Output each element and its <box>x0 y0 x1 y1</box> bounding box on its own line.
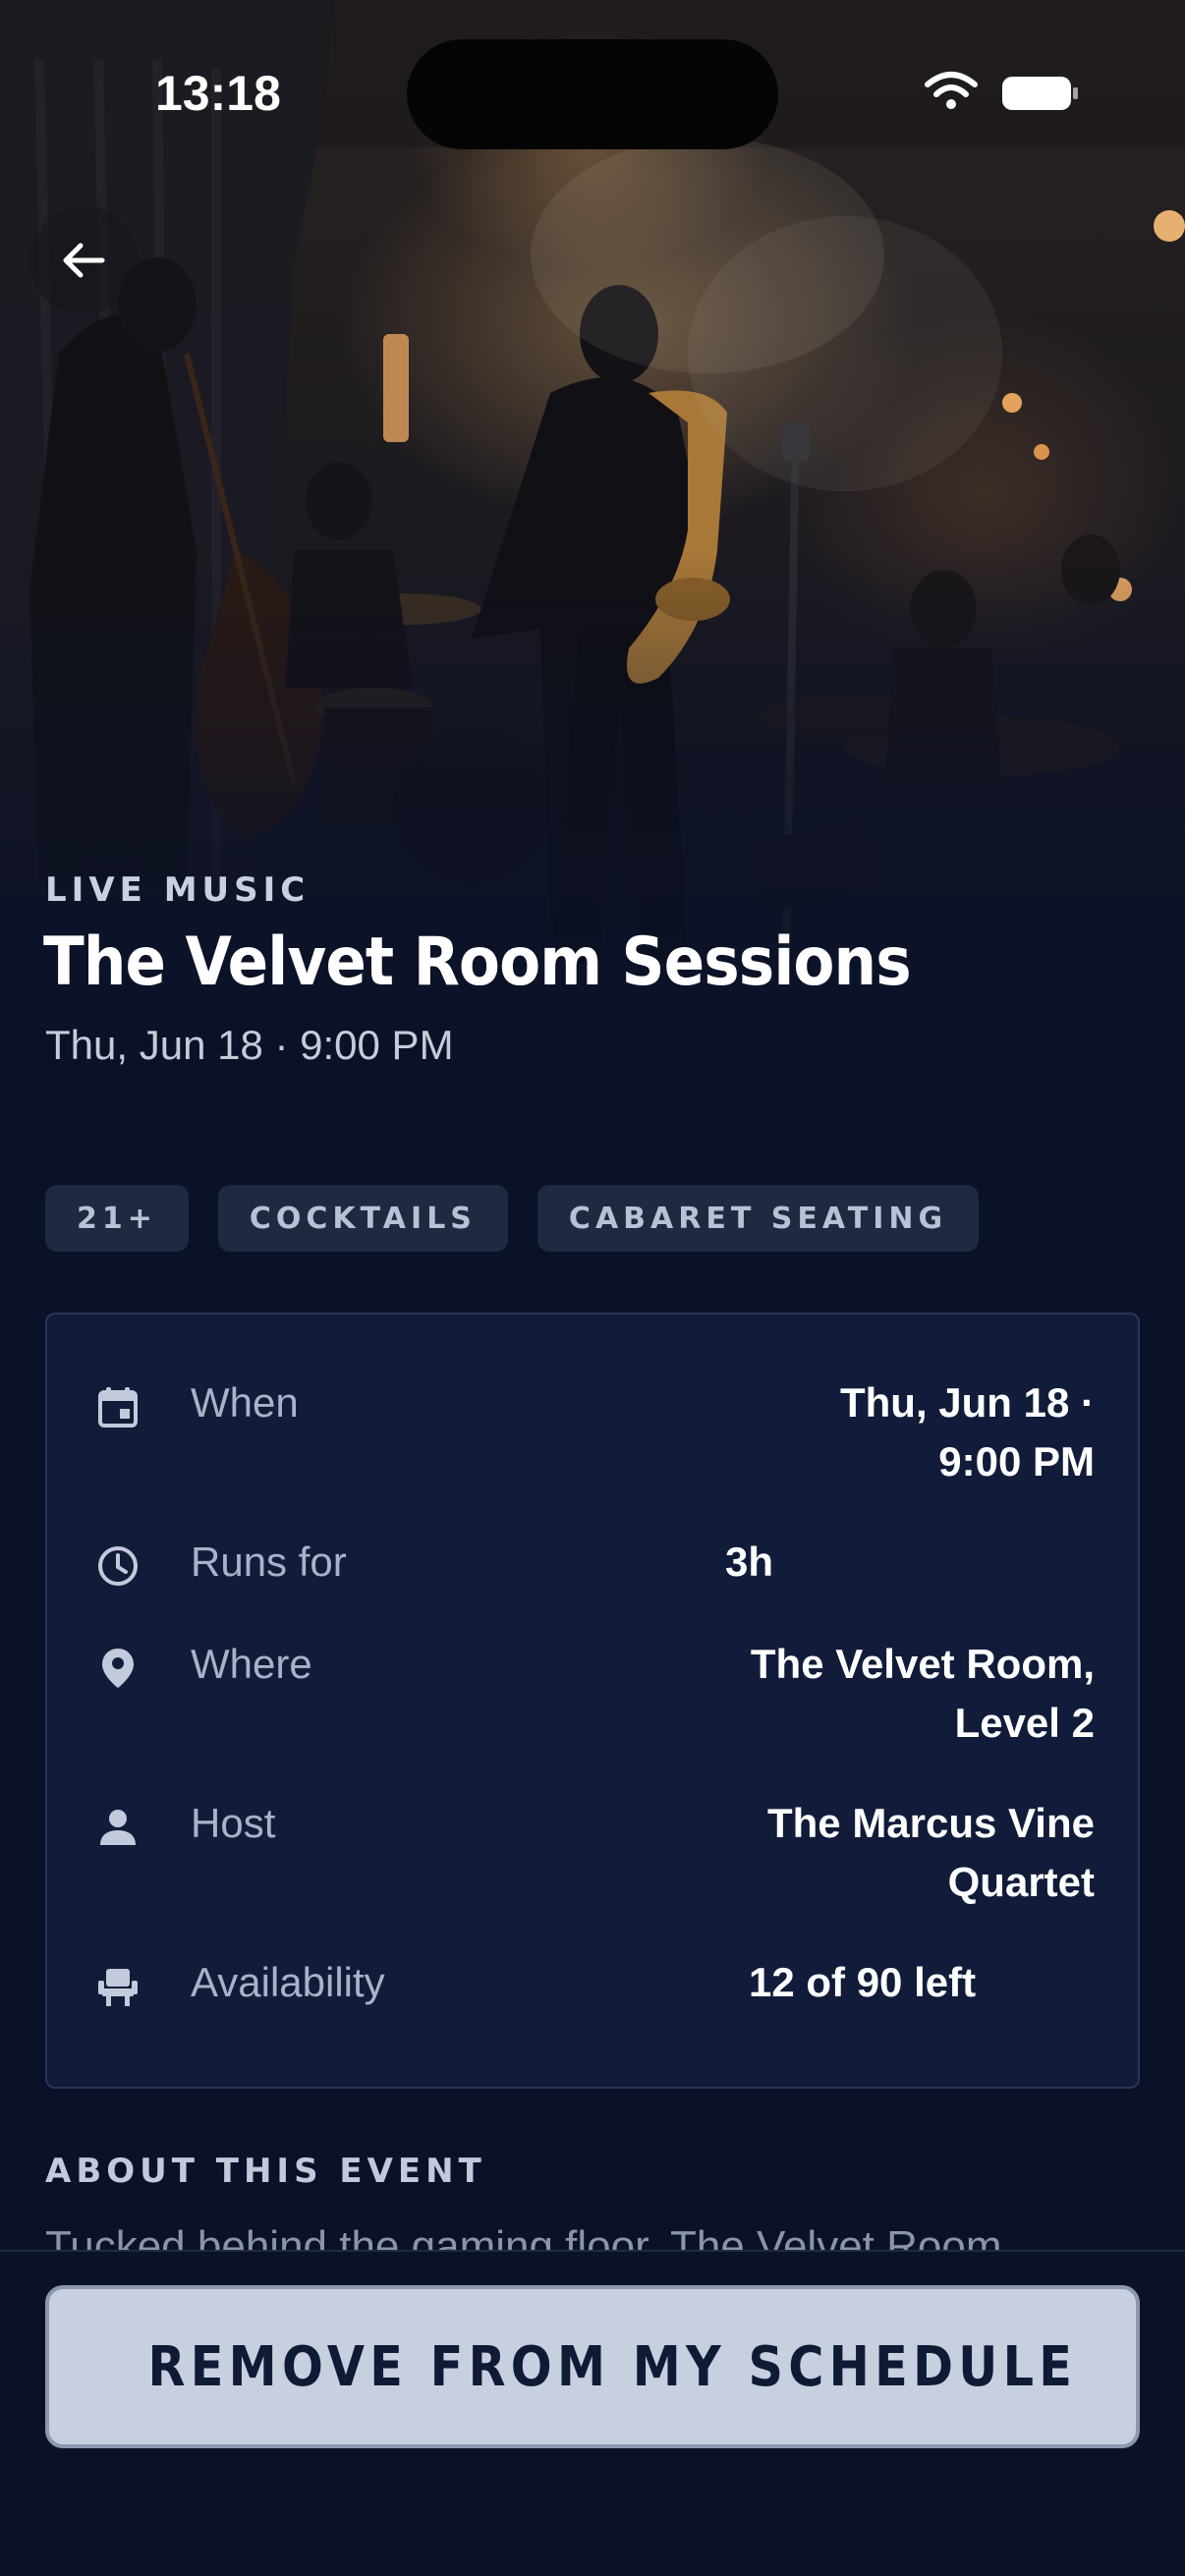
location-pin-icon <box>102 1649 134 1688</box>
bottom-action-bar: REMOVE FROM MY SCHEDULE <box>0 2250 1185 2576</box>
back-button[interactable] <box>29 206 138 314</box>
event-details-card: When Thu, Jun 18 · 9:00 PM Runs for 3h W… <box>45 1313 1140 2089</box>
about-heading: ABOUT THIS EVENT <box>45 2152 486 2191</box>
calendar-icon <box>98 1387 138 1428</box>
detail-value-host: The Marcus Vine Quartet <box>766 1800 1095 1905</box>
event-title: The Velvet Room Sessions <box>43 924 912 1001</box>
seat-icon <box>98 1969 138 2006</box>
event-category: LIVE MUSIC <box>45 870 310 910</box>
arrow-left-icon <box>63 243 105 278</box>
tag-age: 21+ <box>45 1185 189 1252</box>
person-icon <box>100 1810 136 1845</box>
remove-from-schedule-button[interactable]: REMOVE FROM MY SCHEDULE <box>45 2285 1140 2448</box>
clock-icon <box>98 1546 138 1586</box>
tag-list: 21+ COCKTAILS CABARET SEATING <box>45 1185 980 1252</box>
status-icons <box>925 72 1078 110</box>
tag-seating: CABARET SEATING <box>536 1185 980 1252</box>
tag-cocktails: COCKTAILS <box>217 1185 508 1252</box>
detail-label-availability: Availability <box>191 1959 385 2005</box>
status-time: 13:18 <box>155 66 281 121</box>
detail-label-when: When <box>191 1379 299 1426</box>
about-text: Tucked behind the gaming floor, The Velv… <box>45 2222 1002 2252</box>
event-datetime: Thu, Jun 18 · 9:00 PM <box>45 1022 454 1068</box>
detail-label-where: Where <box>191 1641 312 1687</box>
remove-button-label: REMOVE FROM MY SCHEDULE <box>147 2334 1077 2399</box>
detail-value-availability: 12 of 90 left <box>749 1959 977 2005</box>
battery-icon <box>1002 77 1078 110</box>
detail-value-where: The Velvet Room, Level 2 <box>750 1641 1095 1746</box>
detail-label-host: Host <box>191 1800 276 1846</box>
detail-value-when: Thu, Jun 18 · 9:00 PM <box>839 1379 1095 1484</box>
dynamic-island <box>407 39 778 149</box>
event-detail-screen: 13:18 LIVE MUSIC The Velvet Room Session… <box>0 0 1185 2576</box>
detail-label-duration: Runs for <box>191 1539 347 1585</box>
wifi-icon <box>925 72 978 109</box>
detail-value-duration: 3h <box>725 1539 774 1585</box>
